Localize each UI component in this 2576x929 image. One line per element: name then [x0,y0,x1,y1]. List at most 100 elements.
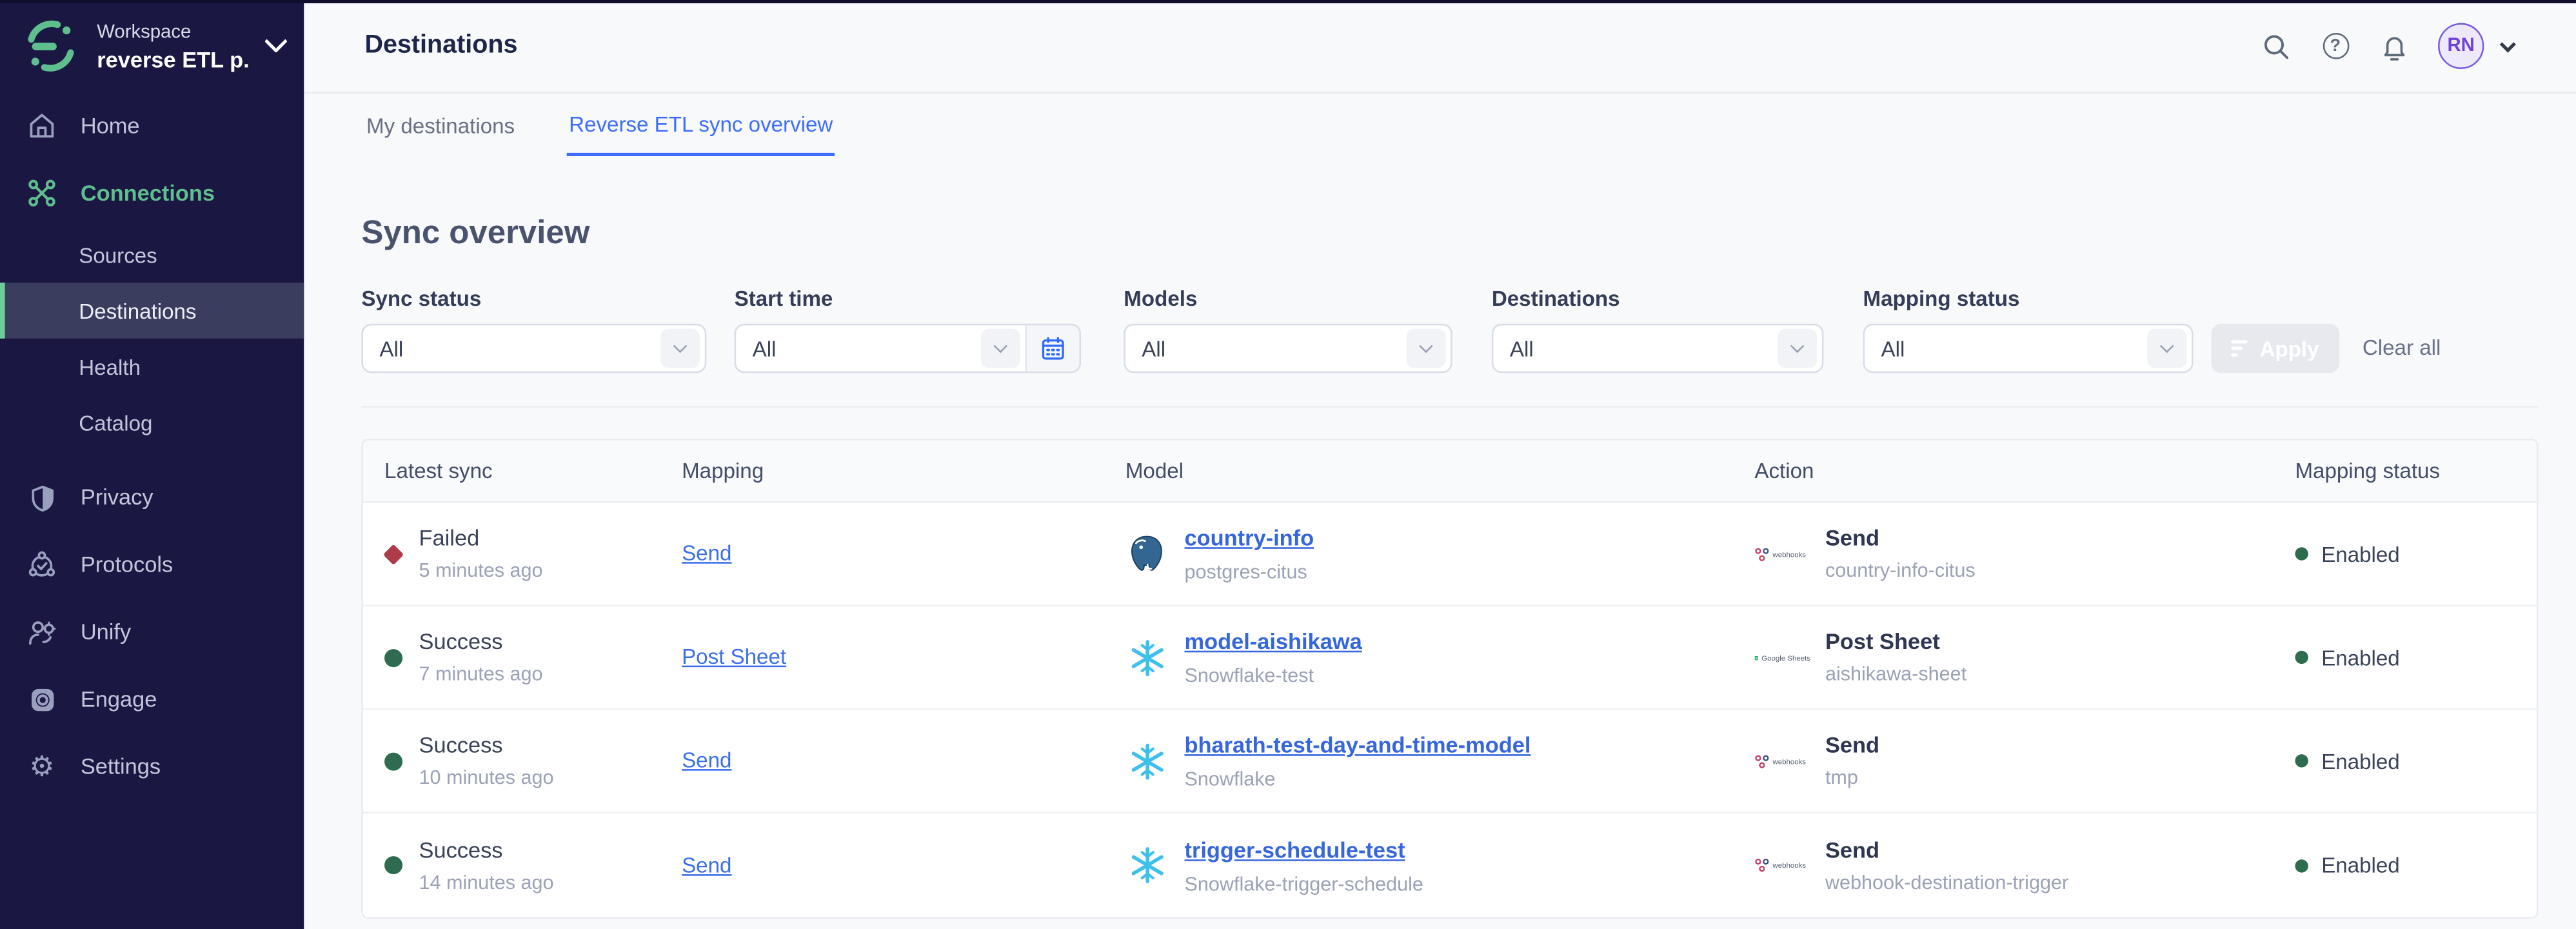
action-name: Send [1825,837,2068,864]
sidebar-item-health[interactable]: Health [0,339,304,395]
sidebar-item-label: Catalog [79,410,152,435]
chevron-down-icon [660,328,700,368]
mapping-link[interactable]: Send [682,852,731,877]
mapping-link[interactable]: Post Sheet [682,644,786,669]
sidebar-item-label: Home [81,114,140,138]
chevron-down-icon [2147,328,2186,368]
engage-icon [26,684,57,715]
mapping-link[interactable]: Send [682,748,731,772]
tab-bar: My destinations Reverse ETL sync overvie… [364,95,834,156]
privacy-shield-icon [26,481,57,512]
settings-gear-icon: ⚙ [26,751,57,782]
table-row: Success 7 minutes ago Post Sheet [363,606,2537,710]
tab-reverse-etl-sync-overview[interactable]: Reverse ETL sync overview [568,95,835,156]
sidebar-item-label: Privacy [81,484,154,509]
sidebar-item-protocols[interactable]: Protocols [0,531,304,598]
model-link[interactable]: country-info [1185,526,1314,550]
clear-all-link[interactable]: Clear all [2363,335,2441,360]
mapping-status-text: Enabled [2321,748,2400,773]
sync-status-text: Success [419,733,554,759]
model-link[interactable]: bharath-test-day-and-time-model [1185,733,1531,757]
mapping-status-select[interactable]: All [1863,324,2194,373]
sidebar-item-label: Protocols [81,552,173,577]
webhooks-icon: webhooks [1754,858,1810,873]
action-sub: webhook-destination-trigger [1825,870,2068,894]
mapping-status-text: Enabled [2321,645,2400,670]
avatar[interactable]: RN [2438,23,2484,69]
filter-label-start-time: Start time [735,286,1081,312]
notifications-bell-icon[interactable] [2379,30,2410,61]
tab-my-destinations[interactable]: My destinations [364,95,516,156]
sidebar-item-label: Destinations [79,298,196,323]
sidebar-item-privacy[interactable]: Privacy [0,463,304,530]
col-latest-sync: Latest sync [384,459,682,483]
webhooks-icon: webhooks [1754,546,1810,561]
workspace-chevron-down-icon[interactable] [264,30,288,53]
help-icon[interactable]: ? [2320,30,2351,61]
page-header: Destinations ? RN [304,0,2576,94]
sidebar-item-connections[interactable]: Connections [0,159,304,226]
workspace-label: Workspace [97,23,191,43]
sync-status-text: Success [419,630,543,656]
model-sub: postgres-citus [1185,561,1314,584]
snowflake-icon [1125,739,1168,782]
window-top-edge [0,0,2576,3]
action-name: Send [1825,526,1976,552]
action-sub: tmp [1825,766,1879,789]
start-time-select[interactable]: All [735,324,1081,373]
success-status-icon [384,648,402,666]
rudderstack-logo-icon [23,18,79,74]
model-sub: Snowflake-trigger-schedule [1185,872,1423,895]
sidebar: Workspace reverse ETL p... Home [0,0,304,929]
apply-button[interactable]: Apply [2212,324,2340,373]
sidebar-item-unify[interactable]: Unify [0,598,304,665]
table-row: Success 10 minutes ago Send [363,710,2537,813]
mapping-link[interactable]: Send [682,541,731,565]
calendar-icon[interactable] [1025,325,1079,371]
filters-bar: Sync status All Start time All [361,286,2538,407]
search-icon[interactable] [2261,30,2292,61]
filter-label-mapping-status: Mapping status [1863,286,2194,312]
webhooks-icon: webhooks [1754,754,1810,768]
unify-icon [26,616,57,647]
sidebar-item-home[interactable]: Home [0,92,304,159]
model-link[interactable]: trigger-schedule-test [1185,837,1405,862]
sidebar-item-label: Health [79,354,141,379]
col-action: Action [1754,459,2295,483]
sidebar-item-settings[interactable]: ⚙ Settings [0,733,304,800]
sidebar-item-label: Engage [81,687,157,712]
filter-icon [2232,340,2248,356]
enabled-dot-icon [2295,651,2308,664]
snowflake-icon [1125,844,1168,886]
protocols-icon [26,549,57,580]
sidebar-item-catalog[interactable]: Catalog [0,394,304,450]
enabled-dot-icon [2295,547,2308,560]
sync-status-select[interactable]: All [361,324,706,373]
sync-time: 10 minutes ago [419,766,554,789]
action-name: Send [1825,733,1879,759]
sidebar-item-label: Sources [79,243,157,267]
sync-time: 5 minutes ago [419,559,543,582]
sync-overview-table: Latest sync Mapping Model Action Mapping… [361,439,2538,919]
sidebar-item-engage[interactable]: Engage [0,666,304,733]
workspace-switcher[interactable]: Workspace reverse ETL p... [0,0,304,89]
sidebar-nav: Home Connections [0,89,304,801]
destinations-select[interactable]: All [1492,324,1824,373]
col-model: Model [1125,459,1755,483]
failed-status-icon [383,543,404,564]
postgres-icon [1125,532,1168,575]
chevron-down-icon [981,328,1020,368]
sync-status-text: Success [419,837,554,864]
workspace-name: reverse ETL p... [97,48,248,72]
home-icon [26,110,57,141]
table-row: Failed 5 minutes ago Send country-info p [363,503,2537,606]
model-link[interactable]: model-aishikawa [1185,630,1362,654]
sidebar-item-label: Unify [81,619,131,644]
snowflake-icon [1125,636,1168,679]
models-select[interactable]: All [1124,324,1452,373]
mapping-status-text: Enabled [2321,541,2400,566]
chevron-down-icon [1406,328,1445,368]
sidebar-item-sources[interactable]: Sources [0,227,304,283]
avatar-chevron-down-icon[interactable] [2500,35,2516,52]
sidebar-item-destinations[interactable]: Destinations [0,283,304,339]
